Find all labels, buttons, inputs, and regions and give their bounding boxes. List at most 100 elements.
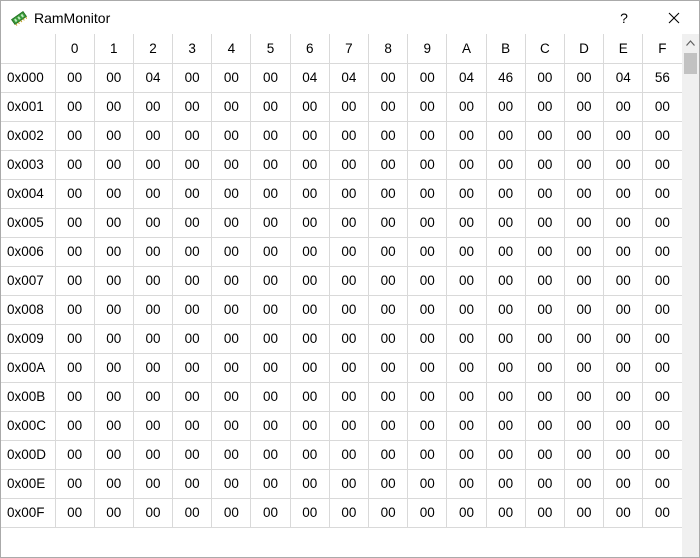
memory-cell[interactable]: 00: [211, 353, 252, 383]
memory-cell[interactable]: 00: [603, 411, 644, 441]
memory-cell[interactable]: 00: [211, 150, 252, 180]
memory-cell[interactable]: 00: [446, 382, 487, 412]
memory-cell[interactable]: 00: [133, 266, 174, 296]
memory-cell[interactable]: 00: [172, 208, 213, 238]
memory-cell[interactable]: 00: [133, 295, 174, 325]
memory-cell[interactable]: 00: [486, 121, 526, 151]
memory-cell[interactable]: 00: [329, 353, 370, 383]
memory-cell[interactable]: 00: [407, 382, 448, 412]
memory-cell[interactable]: 00: [94, 440, 134, 470]
memory-cell[interactable]: 00: [486, 92, 526, 122]
memory-cell[interactable]: 00: [407, 150, 448, 180]
memory-cell[interactable]: 00: [250, 92, 291, 122]
memory-cell[interactable]: 00: [642, 295, 682, 325]
memory-cell[interactable]: 00: [211, 382, 252, 412]
memory-cell[interactable]: 00: [250, 498, 291, 528]
memory-cell[interactable]: 46: [486, 63, 526, 93]
memory-cell[interactable]: 00: [642, 353, 682, 383]
memory-cell[interactable]: 00: [407, 469, 448, 499]
memory-cell[interactable]: 00: [250, 469, 291, 499]
memory-cell[interactable]: 00: [211, 498, 252, 528]
memory-cell[interactable]: 00: [368, 266, 409, 296]
memory-cell[interactable]: 00: [446, 150, 487, 180]
memory-cell[interactable]: 00: [329, 469, 370, 499]
memory-cell[interactable]: 00: [564, 237, 605, 267]
memory-cell[interactable]: 00: [642, 440, 682, 470]
memory-cell[interactable]: 00: [290, 121, 330, 151]
memory-cell[interactable]: 00: [486, 440, 526, 470]
chevron-up-icon[interactable]: [682, 34, 699, 51]
memory-cell[interactable]: 00: [446, 179, 487, 209]
memory-cell[interactable]: 00: [564, 121, 605, 151]
memory-cell[interactable]: 00: [486, 179, 526, 209]
memory-cell[interactable]: 00: [603, 208, 644, 238]
memory-cell[interactable]: 00: [133, 179, 174, 209]
memory-cell[interactable]: 00: [642, 498, 682, 528]
memory-cell[interactable]: 00: [525, 440, 565, 470]
memory-cell[interactable]: 00: [407, 324, 448, 354]
memory-cell[interactable]: 04: [329, 63, 370, 93]
memory-cell[interactable]: 00: [250, 266, 291, 296]
memory-cell[interactable]: 00: [407, 295, 448, 325]
memory-cell[interactable]: 00: [329, 179, 370, 209]
memory-cell[interactable]: 00: [642, 208, 682, 238]
memory-cell[interactable]: 00: [642, 411, 682, 441]
memory-cell[interactable]: 00: [525, 150, 565, 180]
memory-cell[interactable]: 00: [133, 237, 174, 267]
memory-cell[interactable]: 00: [55, 440, 95, 470]
memory-cell[interactable]: 00: [55, 92, 95, 122]
memory-cell[interactable]: 00: [603, 469, 644, 499]
memory-cell[interactable]: 00: [642, 324, 682, 354]
memory-cell[interactable]: 00: [525, 324, 565, 354]
memory-cell[interactable]: 00: [94, 150, 134, 180]
memory-cell[interactable]: 00: [250, 63, 291, 93]
memory-cell[interactable]: 00: [564, 295, 605, 325]
memory-cell[interactable]: 00: [329, 121, 370, 151]
memory-cell[interactable]: 00: [486, 150, 526, 180]
memory-cell[interactable]: 00: [94, 121, 134, 151]
memory-cell[interactable]: 00: [94, 237, 134, 267]
memory-cell[interactable]: 00: [55, 179, 95, 209]
memory-cell[interactable]: 00: [329, 498, 370, 528]
memory-cell[interactable]: 00: [642, 266, 682, 296]
memory-cell[interactable]: 00: [211, 63, 252, 93]
memory-cell[interactable]: 00: [55, 411, 95, 441]
memory-cell[interactable]: 00: [603, 382, 644, 412]
memory-cell[interactable]: 00: [642, 92, 682, 122]
memory-cell[interactable]: 00: [446, 237, 487, 267]
memory-cell[interactable]: 00: [486, 237, 526, 267]
memory-cell[interactable]: 00: [250, 208, 291, 238]
memory-cell[interactable]: 00: [94, 469, 134, 499]
memory-cell[interactable]: 00: [564, 411, 605, 441]
memory-cell[interactable]: 00: [250, 121, 291, 151]
memory-cell[interactable]: 00: [172, 266, 213, 296]
memory-cell[interactable]: 00: [525, 92, 565, 122]
memory-cell[interactable]: 00: [407, 411, 448, 441]
memory-cell[interactable]: 00: [329, 237, 370, 267]
memory-cell[interactable]: 00: [133, 411, 174, 441]
memory-cell[interactable]: 00: [172, 469, 213, 499]
memory-cell[interactable]: 00: [446, 411, 487, 441]
memory-cell[interactable]: 00: [55, 208, 95, 238]
memory-cell[interactable]: 00: [290, 208, 330, 238]
memory-cell[interactable]: 00: [525, 353, 565, 383]
memory-cell[interactable]: 56: [642, 63, 682, 93]
memory-cell[interactable]: 00: [486, 208, 526, 238]
memory-cell[interactable]: 04: [603, 63, 644, 93]
memory-cell[interactable]: 00: [250, 411, 291, 441]
memory-cell[interactable]: 00: [446, 92, 487, 122]
memory-cell[interactable]: 00: [250, 440, 291, 470]
memory-cell[interactable]: 00: [172, 150, 213, 180]
memory-cell[interactable]: 00: [290, 179, 330, 209]
memory-cell[interactable]: 00: [94, 382, 134, 412]
memory-cell[interactable]: 00: [133, 498, 174, 528]
memory-cell[interactable]: 00: [642, 179, 682, 209]
memory-cell[interactable]: 00: [172, 63, 213, 93]
memory-cell[interactable]: 00: [486, 498, 526, 528]
memory-cell[interactable]: 00: [94, 411, 134, 441]
memory-cell[interactable]: 00: [525, 208, 565, 238]
memory-cell[interactable]: 00: [368, 92, 409, 122]
memory-cell[interactable]: 00: [446, 469, 487, 499]
memory-cell[interactable]: 00: [446, 353, 487, 383]
memory-cell[interactable]: 00: [564, 63, 605, 93]
